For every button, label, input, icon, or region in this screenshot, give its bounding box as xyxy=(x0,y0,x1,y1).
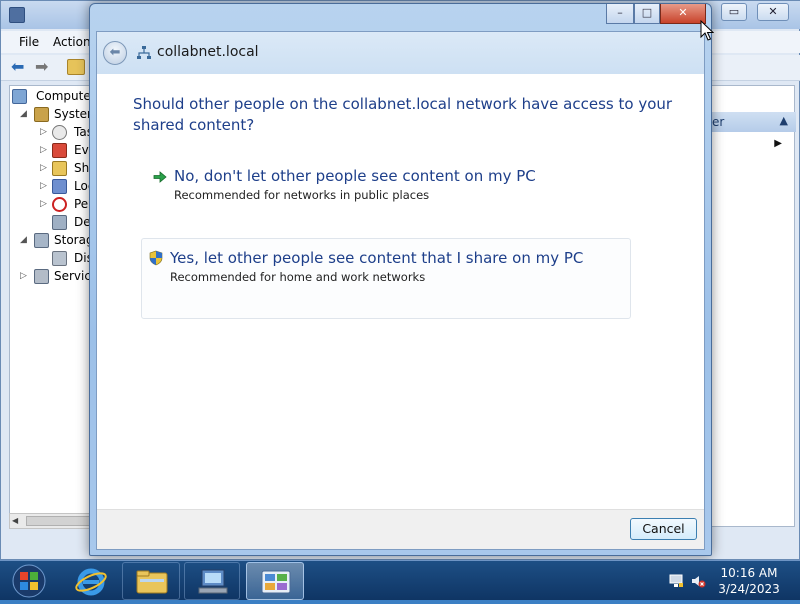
minimize-button[interactable]: – xyxy=(606,4,634,24)
more-actions-icon[interactable]: ▶ xyxy=(774,138,782,149)
speaker-muted-icon[interactable] xyxy=(690,573,706,589)
clock-icon xyxy=(52,125,67,140)
folder-icon xyxy=(136,570,168,594)
users-icon xyxy=(52,179,67,194)
network-icon xyxy=(137,46,151,59)
up-folder-icon[interactable] xyxy=(67,59,85,75)
scrollbar-thumb[interactable] xyxy=(26,516,96,526)
uac-shield-icon xyxy=(149,250,163,266)
dialog-header: ⬅ collabnet.local xyxy=(97,32,704,74)
services-icon xyxy=(34,269,49,284)
computer-management-icon xyxy=(9,7,25,23)
menu-action[interactable]: Action xyxy=(53,35,91,49)
actions-pane: er ▲ ▶ xyxy=(711,85,796,527)
cancel-button[interactable]: Cancel xyxy=(630,518,697,540)
mouse-pointer-icon xyxy=(700,20,714,41)
expand-icon[interactable]: ▷ xyxy=(40,163,47,173)
bg-maximize-button[interactable]: ▭ xyxy=(721,3,747,21)
option-allow-sharing-title: Yes, let other people see content that I… xyxy=(170,249,584,267)
expand-icon[interactable]: ▷ xyxy=(40,199,47,209)
taskbar-internet-explorer[interactable] xyxy=(62,562,118,600)
dialog-content: ⬅ collabnet.local Should other people on… xyxy=(96,31,705,550)
internet-explorer-icon xyxy=(75,568,107,596)
device-manager-icon xyxy=(52,215,67,230)
option-allow-sharing[interactable]: Yes, let other people see content that I… xyxy=(141,238,631,319)
back-arrow-icon[interactable]: ⬅ xyxy=(11,59,29,75)
bg-close-button[interactable]: ✕ xyxy=(757,3,789,21)
clock-time[interactable]: 10:16 AM xyxy=(712,566,786,580)
network-tray-icon[interactable] xyxy=(668,573,684,589)
option-no-sharing-subtitle: Recommended for networks in public place… xyxy=(174,188,430,202)
tools-icon xyxy=(34,107,49,122)
collapse-up-icon[interactable]: ▲ xyxy=(780,114,788,127)
network-sharing-dialog: – □ ✕ ⬅ collabnet.local Should other peo… xyxy=(89,3,712,556)
forward-arrow-icon[interactable]: ➡ xyxy=(35,59,53,75)
expand-icon[interactable]: ▷ xyxy=(40,145,47,155)
collapse-icon[interactable]: ◢ xyxy=(20,235,27,245)
taskbar-windows-explorer[interactable] xyxy=(122,562,180,600)
actions-header[interactable]: er ▲ xyxy=(712,112,796,132)
green-arrow-icon xyxy=(153,171,167,183)
expand-icon[interactable]: ▷ xyxy=(40,181,47,191)
tree-horizontal-scrollbar[interactable]: ◀ xyxy=(9,513,96,529)
sharing-question: Should other people on the collabnet.loc… xyxy=(133,95,673,134)
back-button[interactable]: ⬅ xyxy=(103,41,127,65)
option-allow-sharing-subtitle: Recommended for home and work networks xyxy=(170,270,426,284)
scroll-left-icon[interactable]: ◀ xyxy=(12,516,18,525)
shared-folders-icon xyxy=(52,161,67,176)
computer-icon xyxy=(12,89,27,104)
control-panel-icon xyxy=(261,570,291,594)
performance-icon xyxy=(52,197,67,212)
dialog-title: collabnet.local xyxy=(157,44,259,60)
event-viewer-icon xyxy=(52,143,67,158)
expand-icon[interactable]: ▷ xyxy=(40,127,47,137)
console-tree: Computer ◢ System ▷ Tas ▷ Eve ▷ Sha ▷ Lo… xyxy=(9,85,93,527)
option-no-sharing[interactable]: No, don't let other people see content o… xyxy=(141,156,621,206)
option-no-sharing-title: No, don't let other people see content o… xyxy=(174,167,536,185)
expand-icon[interactable]: ▷ xyxy=(20,271,27,281)
storage-icon xyxy=(34,233,49,248)
disk-icon xyxy=(52,251,67,266)
taskbar-computer-management[interactable] xyxy=(184,562,240,600)
clock-date[interactable]: 3/24/2023 xyxy=(712,582,786,596)
computer-management-icon xyxy=(198,569,228,594)
taskbar: 10:16 AM 3/24/2023 xyxy=(0,560,800,600)
start-button[interactable] xyxy=(4,563,54,599)
maximize-button[interactable]: □ xyxy=(634,4,660,24)
taskbar-network-control-panel[interactable] xyxy=(246,562,304,600)
dialog-footer: Cancel xyxy=(97,509,704,549)
menu-file[interactable]: File xyxy=(19,35,39,49)
collapse-icon[interactable]: ◢ xyxy=(20,109,27,119)
